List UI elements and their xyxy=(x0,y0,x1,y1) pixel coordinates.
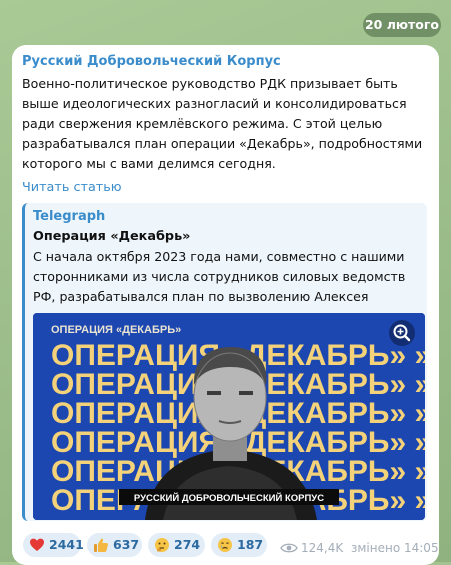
preview-description: С начала октября 2023 года нами, совмест… xyxy=(33,249,406,304)
preview-title: Операция «Декабрь» xyxy=(33,229,191,244)
date-badge: 20 лютого xyxy=(363,13,441,37)
message-text: Военно-политическое руководство РДК приз… xyxy=(22,76,423,171)
thumbs-up-icon xyxy=(93,537,109,553)
preview-image-caption: ОПЕРАЦИЯ «ДЕКАБРЬ» xyxy=(51,324,181,336)
eye-icon xyxy=(280,542,298,554)
message-bubble: Русский Добровольческий Корпус Военно-по… xyxy=(12,45,439,565)
thinking-face-icon xyxy=(154,537,170,553)
reaction-count: 187 xyxy=(237,537,264,552)
crying-face-icon xyxy=(217,537,233,553)
preview-site-name: Telegraph xyxy=(33,209,106,224)
reaction-count: 637 xyxy=(113,537,140,552)
reaction-crying[interactable]: 187 xyxy=(211,533,267,557)
reaction-thumbs-up[interactable]: 637 xyxy=(87,533,142,557)
reaction-count: 274 xyxy=(174,537,201,552)
preview-image[interactable]: ОПЕРАЦИЯ «ДЕКАБРЬ» ОПЕРАЦИЯ «ДЕКАБРЬ» »О… xyxy=(33,313,425,520)
image-banner-text: РУССКИЙ ДОБРОВОЛЬЧЕСКИЙ КОРПУС xyxy=(134,492,324,504)
reaction-heart[interactable]: 2441 xyxy=(23,533,84,557)
link-preview[interactable]: Telegraph Операция «Декабрь» С начала ок… xyxy=(22,203,427,521)
heart-icon xyxy=(29,537,45,553)
read-article-link[interactable]: Читать статью xyxy=(22,180,122,195)
views-count: 124,4K xyxy=(301,541,344,555)
reaction-thinking[interactable]: 274 xyxy=(148,533,205,557)
edited-time: змінено 14:05 xyxy=(351,541,439,555)
preview-image-artwork: ОПЕРАЦИЯ «ДЕКАБРЬ» ОПЕРАЦИЯ «ДЕКАБРЬ» »О… xyxy=(33,313,425,520)
zoom-in-icon[interactable] xyxy=(389,320,415,346)
reaction-count: 2441 xyxy=(49,537,84,552)
channel-name[interactable]: Русский Добровольческий Корпус xyxy=(22,54,281,69)
